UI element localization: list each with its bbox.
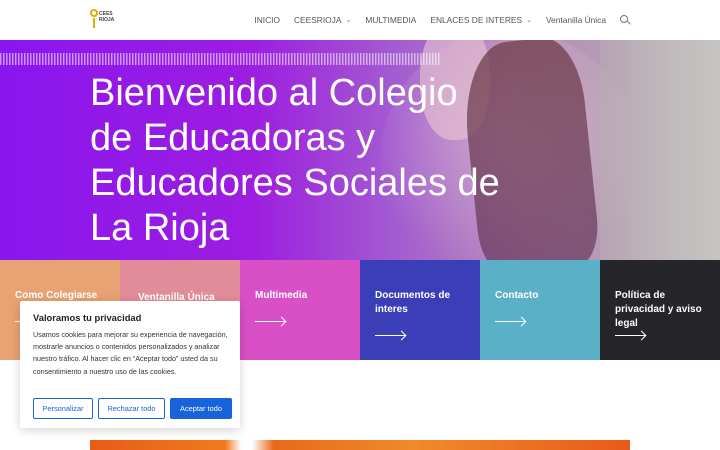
tile-label: Documentos de interes — [375, 290, 451, 315]
nav-item-ventanilla[interactable]: Ventanilla Única — [546, 15, 606, 25]
nav-item-enlaces[interactable]: ENLACES DE INTERES ⌄ — [430, 15, 532, 25]
chevron-down-icon: ⌄ — [526, 17, 532, 24]
cookie-consent-dialog: Valoramos tu privacidad Usamos cookies p… — [20, 301, 240, 428]
reject-all-button[interactable]: Rechazar todo — [98, 398, 165, 419]
logo-mark-icon — [90, 9, 98, 17]
hero-banner: Bienvenido al Colegio de Educadoras y Ed… — [0, 40, 720, 260]
tile-contacto[interactable]: Contacto — [480, 260, 600, 360]
tile-label: Contacto — [495, 290, 539, 301]
tile-politica-privacidad[interactable]: Política de privacidad y aviso legal — [600, 260, 720, 360]
nav-label: CEESRIOJA — [293, 15, 342, 25]
search-icon[interactable] — [620, 15, 631, 25]
arrow-right-icon — [375, 335, 405, 337]
nav-label: ENLACES DE INTERES — [430, 15, 523, 25]
tile-documentos[interactable]: Documentos de interes — [360, 260, 480, 360]
logo-stem — [93, 18, 95, 28]
hero-image-wall — [600, 40, 720, 260]
nav-item-inicio[interactable]: INICIO — [254, 15, 280, 25]
tile-multimedia[interactable]: Multimedia — [240, 260, 360, 360]
main-nav: INICIO CEESRIOJA ⌄ MULTIMEDIA ENLACES DE … — [254, 0, 720, 40]
nav-item-multimedia[interactable]: MULTIMEDIA — [365, 15, 416, 25]
search-icon-handle — [626, 20, 631, 25]
arrow-right-icon — [255, 321, 285, 323]
hero-title: Bienvenido al Colegio de Educadoras y Ed… — [90, 72, 500, 249]
cookie-title: Valoramos tu privacidad — [33, 312, 142, 323]
arrow-right-icon — [615, 335, 645, 337]
arrow-right-icon — [495, 321, 525, 323]
site-header: CEES RIOJA INICIO CEESRIOJA ⌄ MULTIMEDIA … — [0, 0, 720, 40]
logo-text-line2: RIOJA — [99, 17, 115, 23]
accept-all-button[interactable]: Aceptar todo — [170, 398, 232, 419]
featured-image — [90, 440, 630, 450]
customize-button[interactable]: Personalizar — [33, 398, 93, 419]
cookie-actions: Personalizar Rechazar todo Aceptar todo — [33, 398, 232, 419]
hero-decorative-stripe — [0, 53, 440, 65]
tile-label: Política de privacidad y aviso legal — [615, 290, 702, 329]
site-logo[interactable]: CEES RIOJA — [90, 7, 116, 33]
tile-label: Multimedia — [255, 290, 308, 301]
cookie-text: Usamos cookies para mejorar su experienc… — [33, 330, 228, 376]
nav-label: MULTIMEDIA — [365, 15, 417, 25]
nav-item-ceesrioja[interactable]: CEESRIOJA ⌄ — [294, 15, 351, 25]
nav-label: Ventanilla Única — [545, 15, 606, 25]
nav-label: INICIO — [254, 15, 280, 25]
chevron-down-icon: ⌄ — [345, 17, 352, 24]
